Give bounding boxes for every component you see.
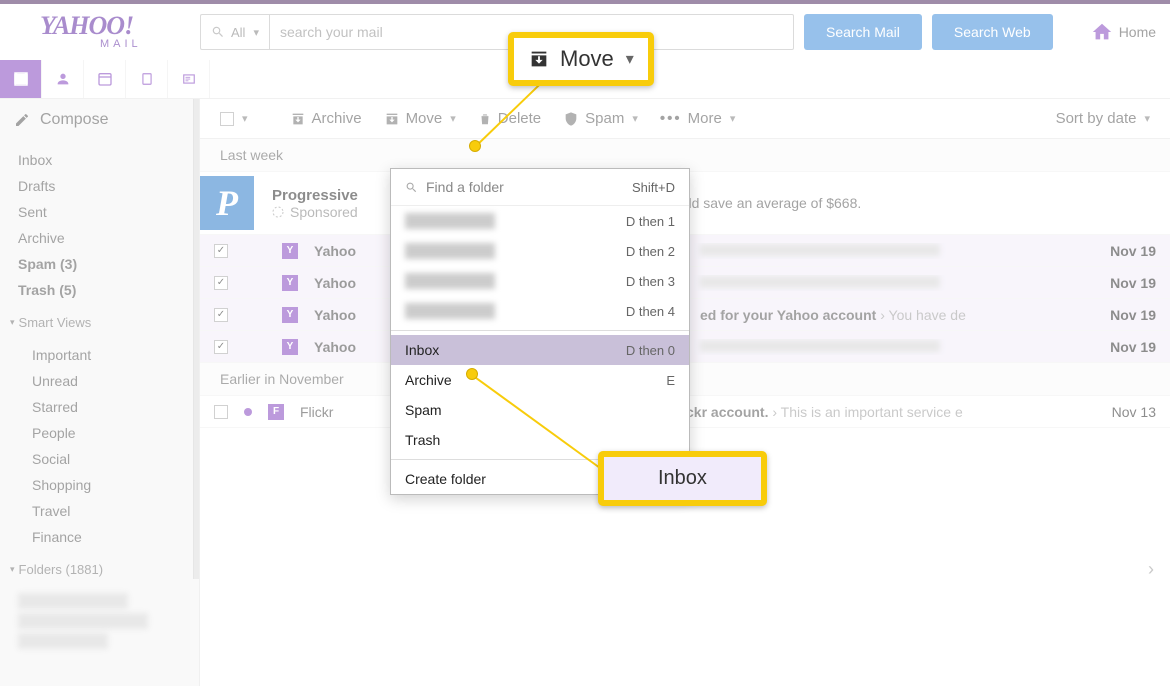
compose-label: Compose xyxy=(40,111,108,129)
smart-people[interactable]: People xyxy=(0,420,199,446)
delete-button[interactable]: Delete xyxy=(472,106,547,131)
move-recent-folder[interactable]: D then 1 xyxy=(391,206,689,236)
move-recent-folder[interactable]: D then 2 xyxy=(391,236,689,266)
compose-button[interactable]: Compose xyxy=(0,99,199,141)
folder-archive[interactable]: Archive xyxy=(0,225,199,251)
unread-dot xyxy=(244,408,252,416)
folder-drafts[interactable]: Drafts xyxy=(0,173,199,199)
spam-button[interactable]: Spam▾ xyxy=(557,106,644,131)
archive-button[interactable]: Archive xyxy=(284,106,368,131)
folder-spam[interactable]: Spam (3) xyxy=(0,251,199,277)
search-mail-button[interactable]: Search Mail xyxy=(804,14,922,50)
logo-text: YAHOO! xyxy=(40,14,180,37)
notepad-app-icon[interactable] xyxy=(126,60,168,98)
news-app-icon[interactable] xyxy=(168,60,210,98)
date: Nov 19 xyxy=(1096,243,1156,259)
move-target-spam[interactable]: Spam xyxy=(391,395,689,425)
row-checkbox[interactable]: ✓ xyxy=(214,308,228,322)
chevron-down-icon: ▾ xyxy=(626,49,634,69)
date: Nov 19 xyxy=(1096,307,1156,323)
smart-views-header[interactable]: ▾Smart Views xyxy=(0,309,199,336)
callout-move: Move ▾ xyxy=(508,32,654,86)
home-icon xyxy=(1091,21,1113,43)
folder-inbox[interactable]: Inbox xyxy=(0,147,199,173)
move-icon xyxy=(528,48,550,70)
callout-inbox: Inbox xyxy=(598,451,767,506)
ad-title: Progressive xyxy=(272,187,358,204)
smart-starred[interactable]: Starred xyxy=(0,394,199,420)
move-recent-folder[interactable]: D then 3 xyxy=(391,266,689,296)
sender: Yahoo xyxy=(314,275,394,291)
smart-important[interactable]: Important xyxy=(0,342,199,368)
sender-favicon: Y xyxy=(282,243,298,259)
move-dropdown: Find a folder Shift+D D then 1D then 2D … xyxy=(390,168,690,495)
home-link[interactable]: Home xyxy=(1091,21,1156,43)
search-icon xyxy=(405,181,418,194)
sender: Yahoo xyxy=(314,307,394,323)
sort-button[interactable]: Sort by date▾ xyxy=(1050,106,1156,131)
sender-favicon: F xyxy=(268,404,284,420)
sponsor-icon xyxy=(272,206,284,218)
sender: Yahoo xyxy=(314,339,394,355)
move-icon xyxy=(384,111,400,127)
dots-icon: ••• xyxy=(660,110,682,127)
select-all-checkbox[interactable]: ▾ xyxy=(214,108,254,130)
move-target-inbox[interactable]: InboxD then 0 xyxy=(391,335,689,365)
sender: Yahoo xyxy=(314,243,394,259)
move-recent-folder[interactable]: D then 4 xyxy=(391,296,689,326)
yahoo-mail-logo[interactable]: YAHOO! MAIL xyxy=(40,14,180,49)
row-checkbox[interactable]: ✓ xyxy=(214,276,228,290)
folder-redacted[interactable] xyxy=(18,633,108,649)
search-web-button[interactable]: Search Web xyxy=(932,14,1053,50)
annotation-pin xyxy=(469,140,481,152)
sidebar-scrollbar[interactable] xyxy=(193,99,199,579)
sender-favicon: Y xyxy=(282,307,298,323)
sender-favicon: Y xyxy=(282,339,298,355)
shield-icon xyxy=(563,111,579,127)
sender: Flickr xyxy=(300,404,380,420)
smart-finance[interactable]: Finance xyxy=(0,524,199,550)
ad-logo: P xyxy=(200,176,254,230)
calendar-app-icon[interactable] xyxy=(84,60,126,98)
smart-travel[interactable]: Travel xyxy=(0,498,199,524)
more-button[interactable]: ••• More▾ xyxy=(654,106,741,131)
smart-unread[interactable]: Unread xyxy=(0,368,199,394)
find-folder-shortcut: Shift+D xyxy=(632,180,675,195)
home-label: Home xyxy=(1119,24,1156,40)
row-checkbox[interactable] xyxy=(214,405,228,419)
chevron-down-icon: ▾ xyxy=(253,26,259,39)
smart-social[interactable]: Social xyxy=(0,446,199,472)
mail-app-icon[interactable] xyxy=(0,60,42,98)
row-checkbox[interactable]: ✓ xyxy=(214,244,228,258)
sender-favicon: Y xyxy=(282,275,298,291)
smart-shopping[interactable]: Shopping xyxy=(0,472,199,498)
ad-inline-text: could save an average of $668. xyxy=(666,195,861,211)
move-target-archive[interactable]: ArchiveE xyxy=(391,365,689,395)
folder-redacted[interactable] xyxy=(18,593,128,609)
folders-header[interactable]: ▾Folders (1881) xyxy=(0,556,199,583)
search-icon xyxy=(211,25,225,39)
archive-icon xyxy=(290,111,306,127)
ad-sponsored: Sponsored xyxy=(290,204,358,220)
folder-redacted[interactable] xyxy=(18,613,148,629)
date: Nov 19 xyxy=(1096,275,1156,291)
row-checkbox[interactable]: ✓ xyxy=(214,340,228,354)
contacts-app-icon[interactable] xyxy=(42,60,84,98)
move-button[interactable]: Move▾ xyxy=(378,106,462,131)
search-scope-label: All xyxy=(231,25,245,40)
pencil-icon xyxy=(14,112,30,128)
date: Nov 13 xyxy=(1096,404,1156,420)
chevron-right-icon[interactable]: › xyxy=(1148,559,1154,580)
find-folder-input[interactable]: Find a folder xyxy=(405,179,504,195)
folder-sent[interactable]: Sent xyxy=(0,199,199,225)
date: Nov 19 xyxy=(1096,339,1156,355)
search-scope-dropdown[interactable]: All ▾ xyxy=(200,14,269,50)
trash-icon xyxy=(478,111,492,127)
folder-trash[interactable]: Trash (5) xyxy=(0,277,199,303)
annotation-pin xyxy=(466,368,478,380)
